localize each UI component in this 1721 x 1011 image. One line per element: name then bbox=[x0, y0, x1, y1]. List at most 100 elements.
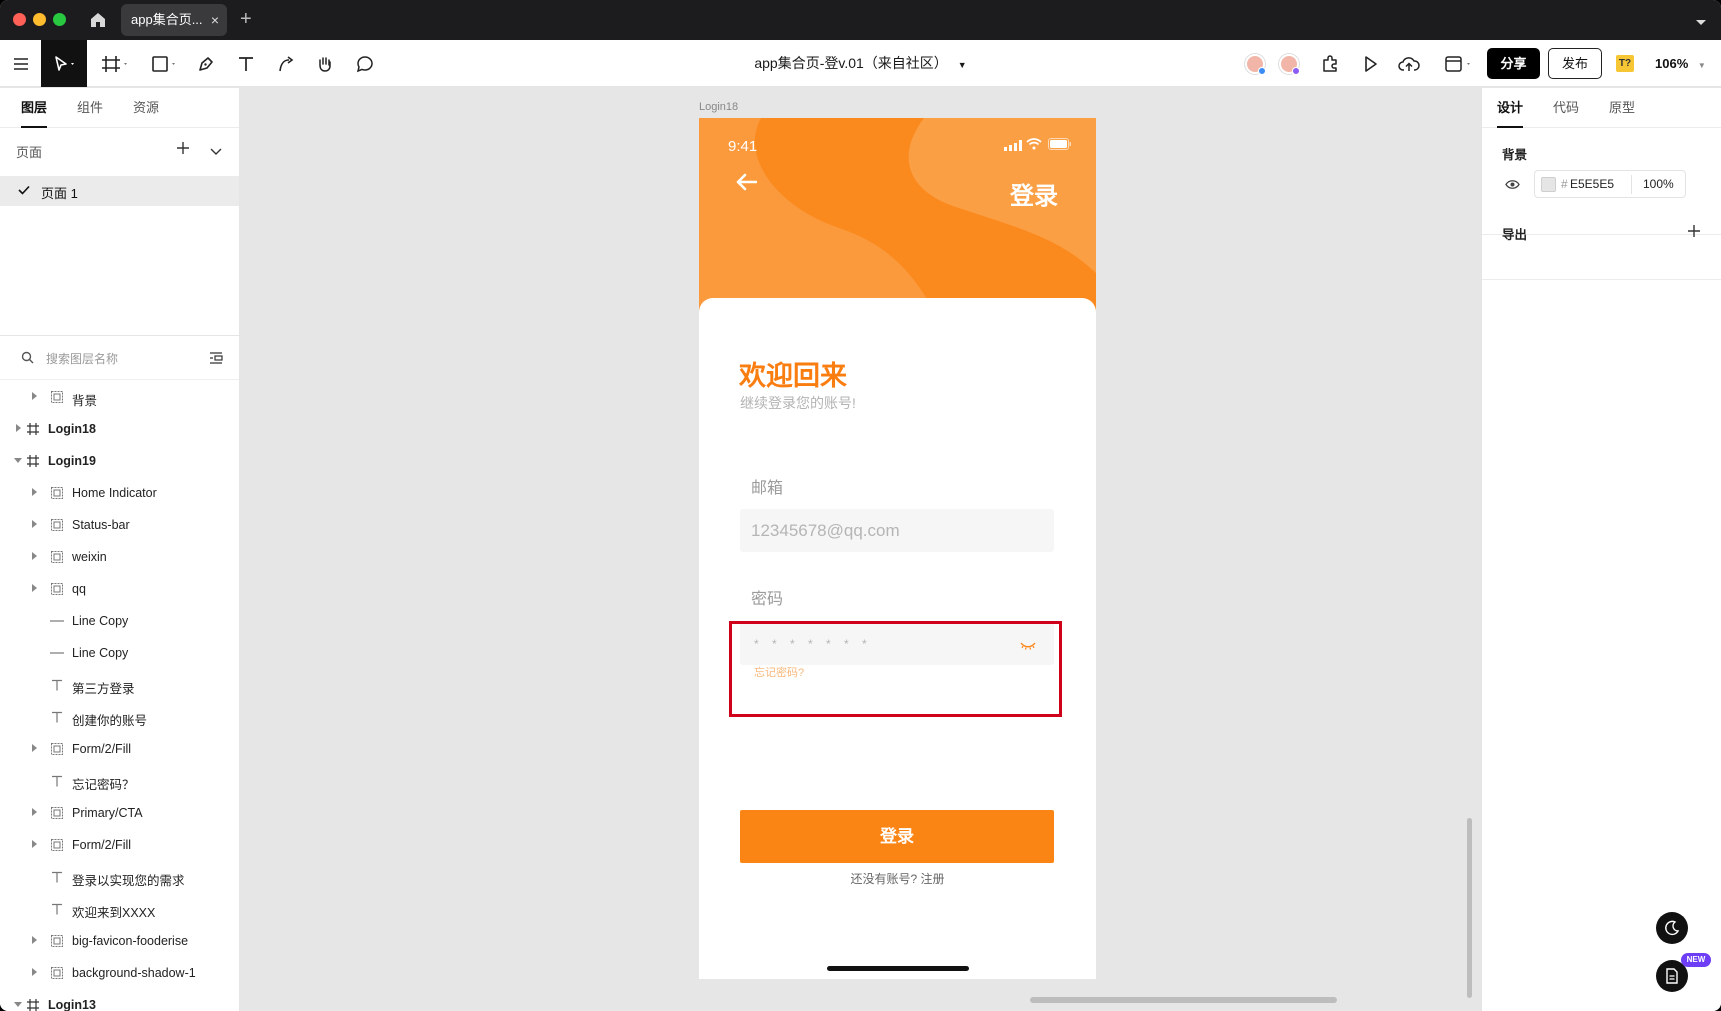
document-title[interactable]: app集合页-登v.01（来自社区） bbox=[754, 55, 947, 71]
layer-item[interactable]: Home Indicator bbox=[0, 477, 239, 509]
plugin-icon[interactable] bbox=[1318, 40, 1342, 87]
frame-icon bbox=[26, 422, 40, 436]
expand-right-icon[interactable] bbox=[32, 392, 37, 400]
expand-down-icon[interactable] bbox=[14, 458, 22, 463]
layer-search-input[interactable]: 搜索图层名称 bbox=[46, 350, 118, 367]
collapse-pages-icon[interactable] bbox=[210, 143, 222, 161]
menu-icon[interactable] bbox=[8, 40, 34, 87]
connector-tool-icon[interactable] bbox=[274, 40, 298, 87]
component-group-icon bbox=[50, 582, 64, 596]
layer-item[interactable]: Status-bar bbox=[0, 509, 239, 541]
layer-item[interactable]: 登录以实现您的需求 bbox=[0, 861, 239, 893]
expand-right-icon[interactable] bbox=[32, 552, 37, 560]
email-field[interactable]: 12345678@qq.com bbox=[740, 509, 1054, 552]
tab-components[interactable]: 组件 bbox=[77, 88, 103, 128]
add-export-icon[interactable] bbox=[1687, 224, 1701, 243]
collaborator-avatar[interactable] bbox=[1279, 54, 1300, 75]
new-tab-icon[interactable]: + bbox=[240, 8, 252, 30]
expand-right-icon[interactable] bbox=[32, 744, 37, 752]
page-item[interactable]: 页面 1 bbox=[0, 176, 239, 206]
component-group-icon bbox=[50, 390, 64, 404]
tab-layers[interactable]: 图层 bbox=[21, 88, 48, 128]
minimize-window-button[interactable] bbox=[33, 13, 46, 26]
publish-button[interactable]: 发布 bbox=[1548, 48, 1602, 79]
layer-item[interactable]: background-shadow-1 bbox=[0, 957, 239, 989]
layer-name: Form/2/Fill bbox=[72, 742, 132, 756]
layer-item[interactable]: 欢迎来到XXXX bbox=[0, 893, 239, 925]
text-tool-icon[interactable] bbox=[234, 40, 258, 87]
register-link[interactable]: 还没有账号? 注册 bbox=[699, 870, 1096, 887]
component-group-icon bbox=[50, 838, 64, 852]
add-page-icon[interactable] bbox=[176, 141, 190, 160]
background-opacity-value[interactable]: 100% bbox=[1643, 177, 1674, 191]
expand-right-icon[interactable] bbox=[32, 488, 37, 496]
collaborator-avatar[interactable] bbox=[1245, 54, 1266, 75]
layer-search[interactable]: 搜索图层名称 bbox=[0, 336, 239, 380]
layer-item[interactable]: qq bbox=[0, 573, 239, 605]
hand-tool-icon[interactable] bbox=[313, 40, 337, 87]
back-arrow-icon[interactable] bbox=[735, 173, 758, 196]
expand-right-icon[interactable] bbox=[32, 520, 37, 528]
layer-item[interactable]: 忘记密码？ bbox=[0, 765, 239, 797]
layer-item[interactable]: Login18 bbox=[0, 413, 239, 445]
eye-icon[interactable] bbox=[1505, 177, 1520, 195]
filter-icon[interactable] bbox=[209, 351, 223, 369]
expand-right-icon[interactable] bbox=[16, 424, 21, 432]
layer-item[interactable]: Line Copy bbox=[0, 637, 239, 669]
expand-right-icon[interactable] bbox=[32, 808, 37, 816]
zoom-dropdown-icon[interactable]: ▼ bbox=[1698, 61, 1706, 70]
expand-right-icon[interactable] bbox=[32, 584, 37, 592]
frame-label[interactable]: Login18 bbox=[699, 101, 738, 113]
dark-mode-button[interactable] bbox=[1656, 912, 1688, 944]
vertical-scrollbar[interactable] bbox=[1467, 818, 1472, 998]
canvas[interactable]: Login18 9:41 登录 欢迎回来 继续登录您的账号! 邮箱 123456… bbox=[240, 88, 1481, 1011]
phone-frame[interactable]: 9:41 登录 欢迎回来 继续登录您的账号! 邮箱 12345678@qq.co… bbox=[699, 118, 1096, 979]
expand-right-icon[interactable] bbox=[32, 840, 37, 848]
tab-close-icon[interactable]: × bbox=[211, 4, 219, 36]
expand-down-icon[interactable] bbox=[14, 1002, 22, 1007]
upload-cloud-icon[interactable] bbox=[1397, 40, 1421, 87]
expand-right-icon[interactable] bbox=[32, 968, 37, 976]
layer-item[interactable]: Login13 bbox=[0, 989, 239, 1011]
layer-item[interactable]: 背景 bbox=[0, 381, 239, 413]
tab-assets[interactable]: 资源 bbox=[133, 88, 159, 128]
home-icon[interactable] bbox=[88, 10, 108, 30]
component-group-icon bbox=[50, 550, 64, 564]
divider bbox=[1631, 175, 1632, 194]
frame-tool-icon[interactable] bbox=[97, 40, 133, 87]
background-color-field[interactable]: # E5E5E5 100% bbox=[1534, 170, 1686, 198]
tab-prototype[interactable]: 原型 bbox=[1609, 88, 1635, 128]
rectangle-tool-icon[interactable] bbox=[147, 40, 183, 87]
zoom-level[interactable]: 106% ▼ bbox=[1655, 40, 1706, 87]
plugin-badge[interactable]: T? bbox=[1616, 55, 1634, 72]
chevron-down-icon[interactable] bbox=[1695, 14, 1707, 32]
layer-item[interactable]: Line Copy bbox=[0, 605, 239, 637]
layer-item[interactable]: 创建你的账号 bbox=[0, 701, 239, 733]
comment-tool-icon[interactable] bbox=[353, 40, 377, 87]
title-dropdown-icon[interactable]: ▼ bbox=[958, 60, 967, 70]
background-hex-value[interactable]: E5E5E5 bbox=[1570, 177, 1614, 191]
layer-item[interactable]: Form/2/Fill bbox=[0, 829, 239, 861]
background-swatch[interactable] bbox=[1541, 177, 1556, 192]
document-tab[interactable]: app集合页... × bbox=[121, 4, 227, 36]
layer-item[interactable]: Form/2/Fill bbox=[0, 733, 239, 765]
pen-tool-icon[interactable] bbox=[194, 40, 218, 87]
layer-item[interactable]: weixin bbox=[0, 541, 239, 573]
maximize-window-button[interactable] bbox=[53, 13, 66, 26]
tab-code[interactable]: 代码 bbox=[1553, 88, 1579, 128]
layer-item[interactable]: 第三方登录 bbox=[0, 669, 239, 701]
close-window-button[interactable] bbox=[13, 13, 26, 26]
text-icon bbox=[50, 710, 64, 724]
login-button[interactable]: 登录 bbox=[740, 810, 1054, 863]
play-icon[interactable] bbox=[1358, 40, 1382, 87]
layer-name: background-shadow-1 bbox=[72, 966, 196, 980]
expand-right-icon[interactable] bbox=[32, 936, 37, 944]
move-tool-button[interactable] bbox=[41, 40, 87, 87]
layer-item[interactable]: Primary/CTA bbox=[0, 797, 239, 829]
layer-item[interactable]: Login19 bbox=[0, 445, 239, 477]
layer-item[interactable]: big-favicon-fooderise bbox=[0, 925, 239, 957]
horizontal-scrollbar[interactable] bbox=[1030, 997, 1337, 1003]
share-button[interactable]: 分享 bbox=[1487, 48, 1540, 79]
tab-design[interactable]: 设计 bbox=[1497, 88, 1524, 128]
layout-icon[interactable] bbox=[1441, 40, 1477, 87]
